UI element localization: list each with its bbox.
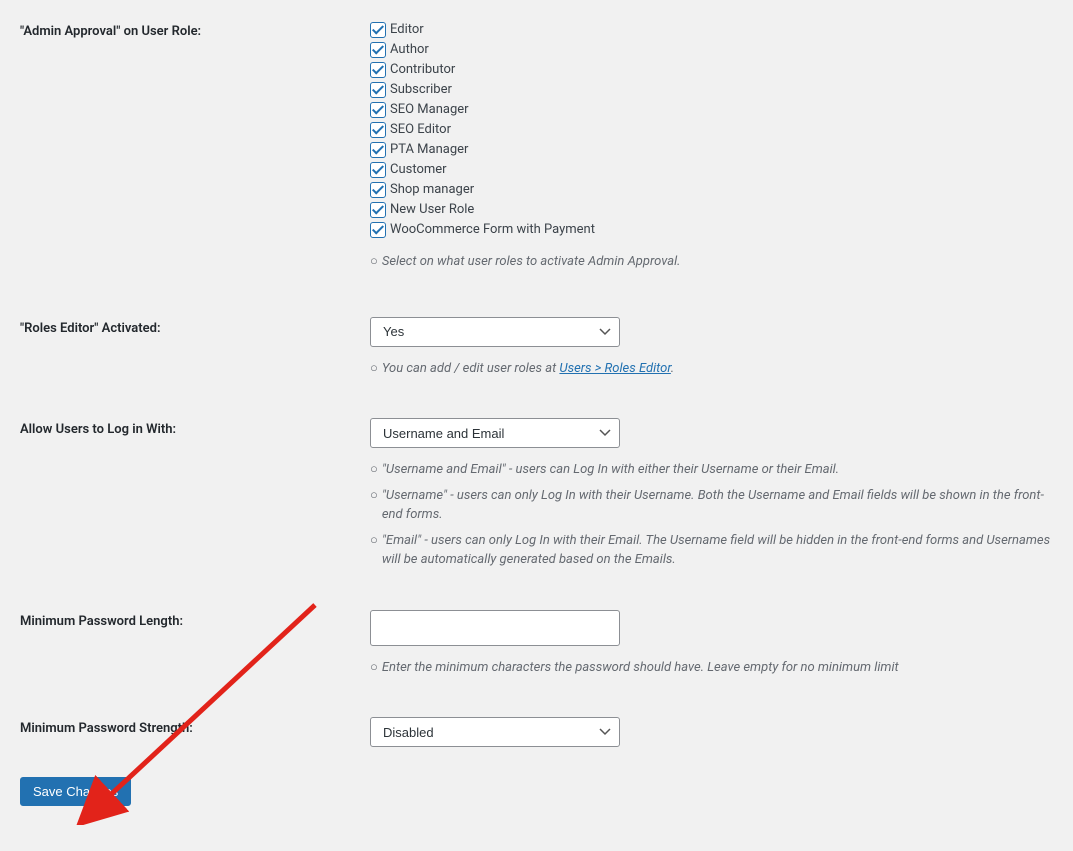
login-with-label: Allow Users to Log in With: [20, 418, 370, 437]
role-checkbox-woocommerce: WooCommerce Form with Payment [370, 220, 1053, 240]
login-with-row: Allow Users to Log in With: Username and… [20, 418, 1053, 570]
role-checkbox-editor-input[interactable] [370, 22, 386, 38]
role-checkbox-subscriber-input[interactable] [370, 82, 386, 98]
role-checkbox-seo-editor: SEO Editor [370, 120, 1053, 140]
role-checkbox-pta-manager: PTA Manager [370, 140, 1053, 160]
role-checkbox-seo-editor-input[interactable] [370, 122, 386, 138]
role-checkbox-editor: Editor [370, 20, 1053, 40]
admin-approval-label: "Admin Approval" on User Role: [20, 20, 370, 39]
bullet-icon: ○ [370, 359, 378, 379]
role-checkbox-customer-input[interactable] [370, 162, 386, 178]
save-changes-button[interactable]: Save Changes [20, 777, 131, 806]
role-checkbox-new-user-role-input[interactable] [370, 202, 386, 218]
role-checkbox-woocommerce-input[interactable] [370, 222, 386, 238]
role-checkbox-seo-manager: SEO Manager [370, 100, 1053, 120]
admin-approval-control: Editor Author Contributor Subscriber SEO… [370, 20, 1053, 272]
bullet-icon: ○ [370, 658, 378, 678]
roles-editor-label: "Roles Editor" Activated: [20, 317, 370, 336]
bullet-icon: ○ [370, 531, 378, 570]
role-checkbox-subscriber-label[interactable]: Subscriber [390, 80, 452, 100]
role-checkbox-customer-label[interactable]: Customer [390, 160, 447, 180]
min-password-length-label: Minimum Password Length: [20, 610, 370, 629]
roles-editor-select[interactable]: Yes [370, 317, 620, 347]
role-checkbox-contributor-input[interactable] [370, 62, 386, 78]
role-checkbox-customer: Customer [370, 160, 1053, 180]
admin-approval-row: "Admin Approval" on User Role: Editor Au… [20, 20, 1053, 272]
min-password-strength-control: Disabled [370, 717, 1053, 747]
login-with-select[interactable]: Username and Email [370, 418, 620, 448]
role-checkbox-subscriber: Subscriber [370, 80, 1053, 100]
bullet-icon: ○ [370, 460, 378, 480]
role-checkbox-contributor: Contributor [370, 60, 1053, 80]
min-password-strength-select[interactable]: Disabled [370, 717, 620, 747]
role-checkbox-shop-manager-label[interactable]: Shop manager [390, 180, 474, 200]
admin-approval-description: ○ Select on what user roles to activate … [370, 252, 1053, 272]
roles-editor-link[interactable]: Users > Roles Editor [559, 361, 670, 376]
min-password-length-input[interactable] [370, 610, 620, 646]
role-checkbox-editor-label[interactable]: Editor [390, 20, 424, 40]
min-password-strength-label: Minimum Password Strength: [20, 717, 370, 736]
bullet-icon: ○ [370, 252, 378, 272]
bullet-icon: ○ [370, 486, 378, 525]
min-password-length-control: ○ Enter the minimum characters the passw… [370, 610, 1053, 678]
roles-editor-description: ○ You can add / edit user roles at Users… [370, 359, 1053, 379]
role-checkbox-woocommerce-label[interactable]: WooCommerce Form with Payment [390, 220, 595, 240]
min-password-length-description: ○ Enter the minimum characters the passw… [370, 658, 1053, 678]
role-checkbox-author-input[interactable] [370, 42, 386, 58]
role-checkbox-shop-manager: Shop manager [370, 180, 1053, 200]
role-checkbox-seo-manager-label[interactable]: SEO Manager [390, 100, 469, 120]
role-checkbox-new-user-role-label[interactable]: New User Role [390, 200, 474, 220]
role-checkbox-pta-manager-label[interactable]: PTA Manager [390, 140, 468, 160]
login-with-description: ○ "Username and Email" - users can Log I… [370, 460, 1053, 570]
login-with-control: Username and Email ○ "Username and Email… [370, 418, 1053, 570]
admin-approval-checkbox-list: Editor Author Contributor Subscriber SEO… [370, 20, 1053, 240]
role-checkbox-pta-manager-input[interactable] [370, 142, 386, 158]
min-password-strength-row: Minimum Password Strength: Disabled [20, 717, 1053, 747]
role-checkbox-seo-editor-label[interactable]: SEO Editor [390, 120, 451, 140]
role-checkbox-shop-manager-input[interactable] [370, 182, 386, 198]
role-checkbox-new-user-role: New User Role [370, 200, 1053, 220]
roles-editor-control: Yes ○ You can add / edit user roles at U… [370, 317, 1053, 379]
roles-editor-row: "Roles Editor" Activated: Yes ○ You can … [20, 317, 1053, 379]
role-checkbox-seo-manager-input[interactable] [370, 102, 386, 118]
role-checkbox-author-label[interactable]: Author [390, 40, 429, 60]
role-checkbox-contributor-label[interactable]: Contributor [390, 60, 455, 80]
min-password-length-row: Minimum Password Length: ○ Enter the min… [20, 610, 1053, 678]
role-checkbox-author: Author [370, 40, 1053, 60]
